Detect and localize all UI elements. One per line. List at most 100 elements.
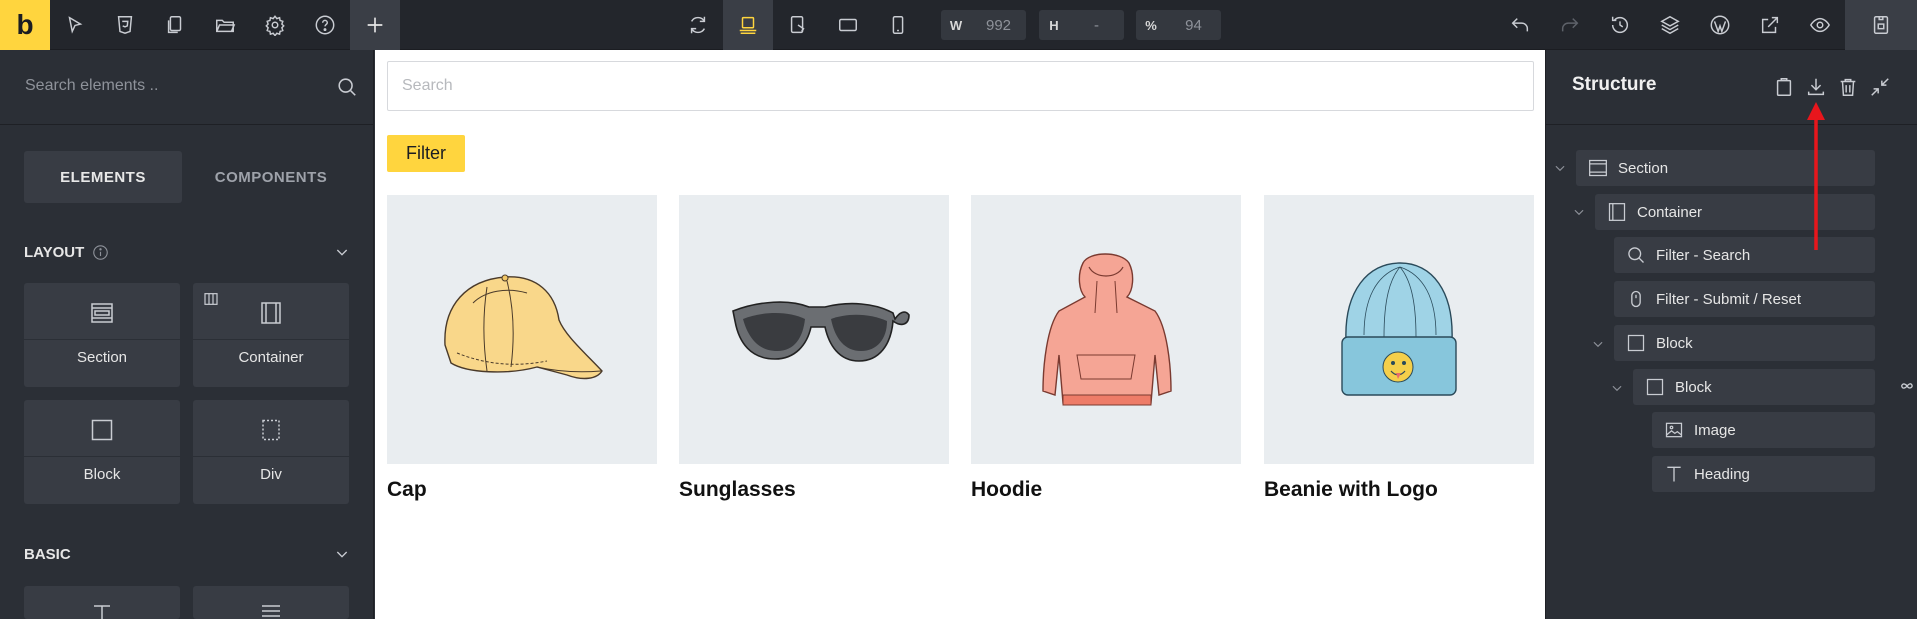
chevron-down-icon[interactable] [334,546,350,562]
elements-search-input[interactable]: Search elements .. [25,77,158,95]
wordpress-icon[interactable] [1695,0,1745,50]
node-label: Section [1618,159,1669,177]
category-title: BASIC [24,545,71,563]
tablet-landscape-icon[interactable] [773,0,823,50]
chevron-down-icon[interactable] [334,244,350,260]
structure-header: Structure [1546,50,1917,125]
pointer-icon[interactable] [50,0,100,50]
elements-search[interactable]: Search elements .. [0,50,373,125]
desktop-breakpoint-icon[interactable] [723,0,773,50]
chevron-down-icon[interactable] [1610,381,1624,395]
search-icon[interactable] [336,76,358,98]
info-icon[interactable] [92,244,109,261]
heading-icon [1664,464,1684,484]
product-card[interactable]: Hoodie [971,195,1241,502]
history-icon[interactable] [1595,0,1645,50]
height-field[interactable]: H - [1039,10,1124,40]
save-icon[interactable] [1845,0,1917,50]
preview-eye-icon[interactable] [1795,0,1845,50]
layers-icon[interactable] [1645,0,1695,50]
node-label: Container [1637,203,1703,221]
chevron-down-icon[interactable] [1572,205,1586,219]
builder-logo[interactable]: b [0,0,50,50]
tab-elements[interactable]: ELEMENTS [24,151,182,203]
mouse-icon [1626,289,1646,309]
product-name[interactable]: Beanie with Logo [1264,478,1534,502]
div-icon [259,418,283,442]
undo-icon[interactable] [1495,0,1545,50]
node-label: Heading [1694,465,1750,483]
filter-button[interactable]: Filter [387,135,465,172]
container-icon [259,301,283,325]
element-label: Section [76,349,128,366]
gear-icon[interactable] [250,0,300,50]
element-block[interactable]: Block [24,400,180,504]
redo-icon[interactable] [1545,0,1595,50]
structure-node-block-nested[interactable]: Block [1633,369,1875,405]
structure-node-filter-submit[interactable]: Filter - Submit / Reset [1614,281,1875,317]
refresh-icon[interactable] [673,0,723,50]
product-name[interactable]: Hoodie [971,478,1241,502]
zoom-value[interactable]: 94 [1166,17,1221,34]
product-name[interactable]: Sunglasses [679,478,949,502]
category-basic[interactable]: BASIC [24,542,350,566]
width-label: W [949,17,963,33]
block-icon [90,418,114,442]
beanie-image[interactable] [1264,195,1534,464]
width-field[interactable]: W 992 [941,10,1026,40]
collapse-icon[interactable] [1869,76,1891,98]
structure-node-container[interactable]: Container [1595,194,1875,230]
node-label: Image [1694,421,1736,439]
chevron-down-icon[interactable] [1553,161,1567,175]
product-card[interactable]: Cap [387,195,657,502]
text-lines-icon [259,602,283,619]
width-value[interactable]: 992 [971,17,1026,34]
element-label: Div [260,466,282,483]
zoom-label: % [1145,17,1157,33]
height-value[interactable]: - [1069,17,1124,34]
structure-node-block[interactable]: Block [1614,325,1875,361]
folder-icon[interactable] [200,0,250,50]
clipboard-icon[interactable] [1773,76,1795,98]
cap-image[interactable] [387,195,657,464]
hoodie-image[interactable] [971,195,1241,464]
section-icon [90,301,114,325]
node-label: Filter - Search [1656,246,1751,264]
loop-icon[interactable] [1899,378,1915,394]
sunglasses-image[interactable] [679,195,949,464]
annotation-arrow-icon [1807,102,1825,250]
chevron-down-icon[interactable] [1591,337,1605,351]
add-element-icon[interactable] [350,0,400,50]
external-link-icon[interactable] [1745,0,1795,50]
element-label: Block [83,466,121,483]
structure-node-image[interactable]: Image [1652,412,1875,448]
canvas-search-input[interactable]: Search [387,61,1534,111]
product-card[interactable]: Beanie with Logo [1264,195,1534,502]
structure-node-filter-search[interactable]: Filter - Search [1614,237,1875,273]
download-icon[interactable] [1805,76,1827,98]
css3-icon[interactable] [100,0,150,50]
tile-divider [24,456,180,457]
help-icon[interactable] [300,0,350,50]
node-label: Block [1675,378,1712,396]
zoom-field[interactable]: % 94 [1136,10,1221,40]
element-section[interactable]: Section [24,283,180,387]
pages-icon[interactable] [150,0,200,50]
trash-icon[interactable] [1837,76,1859,98]
element-container[interactable]: Container [193,283,349,387]
tab-components[interactable]: COMPONENTS [192,151,350,203]
structure-node-heading[interactable]: Heading [1652,456,1875,492]
tablet-icon[interactable] [823,0,873,50]
category-layout[interactable]: LAYOUT [24,240,350,264]
product-card[interactable]: Sunglasses [679,195,949,502]
mobile-icon[interactable] [873,0,923,50]
image-icon [1664,420,1684,440]
heading-icon [90,602,114,619]
element-heading[interactable] [24,586,180,619]
product-name[interactable]: Cap [387,478,657,502]
element-text[interactable] [193,586,349,619]
block-icon [1645,377,1665,397]
tile-divider [193,456,349,457]
element-div[interactable]: Div [193,400,349,504]
container-icon [1607,202,1627,222]
